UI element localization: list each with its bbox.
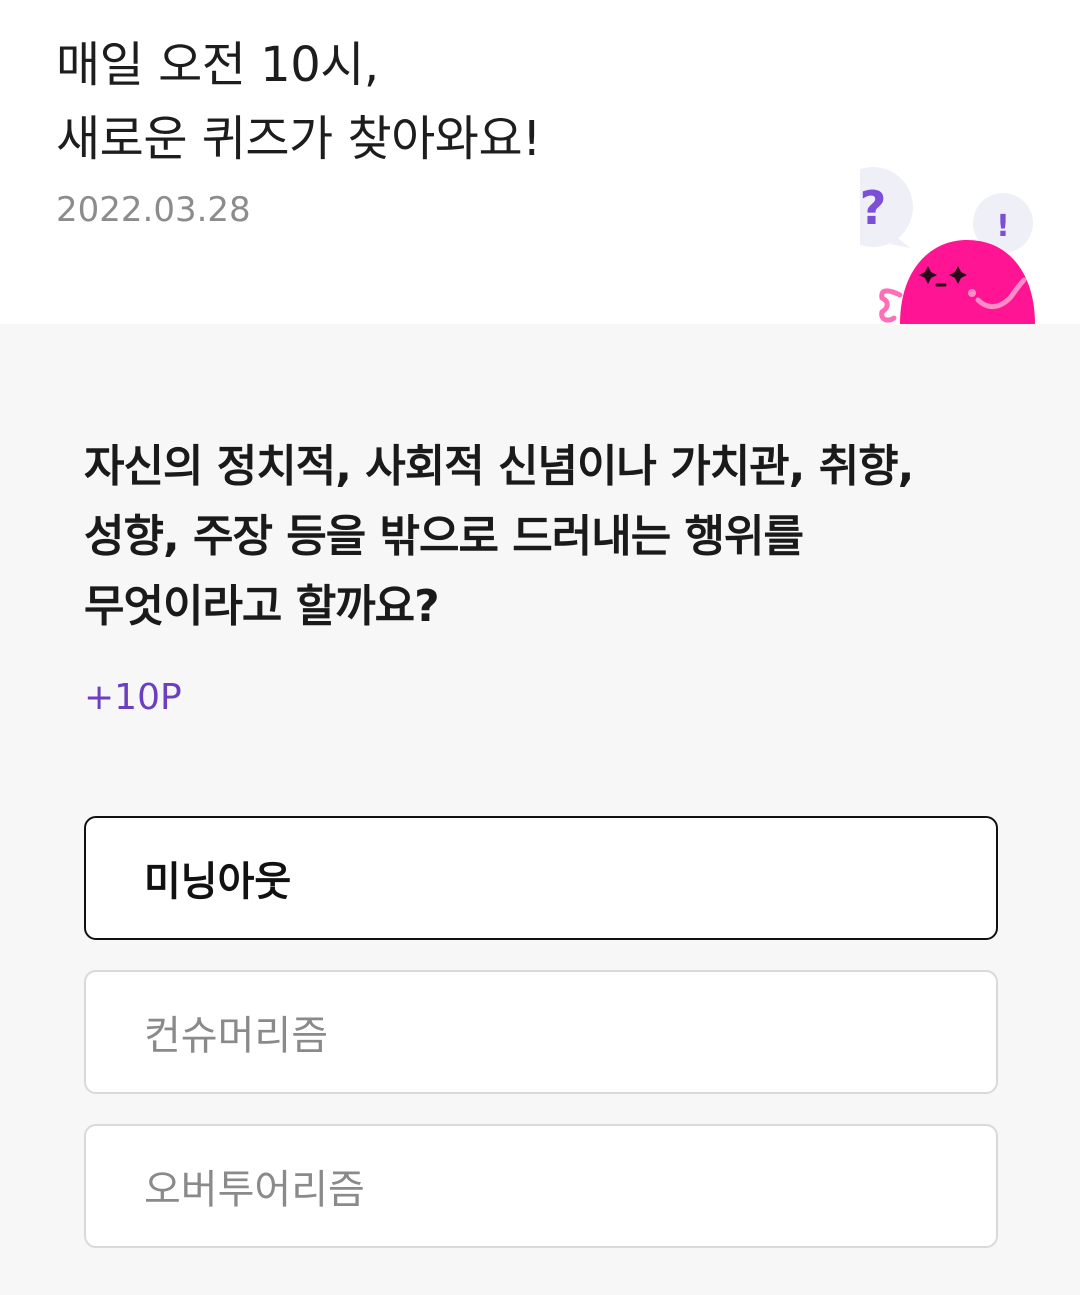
quiz-section: 자신의 정치적, 사회적 신념이나 가치관, 취향, 성향, 주장 등을 밖으로… bbox=[0, 324, 1080, 1295]
quiz-page: 매일 오전 10시, 새로운 퀴즈가 찾아와요! 2022.03.28 ? ! bbox=[0, 0, 1080, 1295]
answer-options: 미닝아웃 컨슈머리즘 오버투어리즘 bbox=[84, 816, 998, 1278]
headline-line-2: 새로운 퀴즈가 찾아와요! bbox=[56, 111, 541, 167]
headline-line-1: 매일 오전 10시, bbox=[56, 37, 379, 93]
quiz-date: 2022.03.28 bbox=[56, 190, 251, 230]
mascot-character-icon bbox=[879, 240, 1035, 324]
answer-option-label: 컨슈머리즘 bbox=[144, 1013, 328, 1059]
quiz-question: 자신의 정치적, 사회적 신념이나 가치관, 취향, 성향, 주장 등을 밖으로… bbox=[84, 441, 914, 632]
answer-option-1[interactable]: 미닝아웃 bbox=[84, 816, 998, 940]
question-bubble-icon: ? bbox=[860, 167, 913, 248]
svg-text:!: ! bbox=[996, 209, 1010, 244]
header: 매일 오전 10시, 새로운 퀴즈가 찾아와요! 2022.03.28 ? ! bbox=[0, 0, 1080, 324]
mascot-illustration: ? ! bbox=[860, 167, 1035, 324]
answer-option-label: 오버투어리즘 bbox=[144, 1167, 365, 1213]
headline: 매일 오전 10시, 새로운 퀴즈가 찾아와요! bbox=[56, 28, 541, 176]
answer-option-2[interactable]: 컨슈머리즘 bbox=[84, 970, 998, 1094]
answer-option-label: 미닝아웃 bbox=[144, 859, 292, 905]
answer-option-3[interactable]: 오버투어리즘 bbox=[84, 1124, 998, 1248]
points-reward: +10P bbox=[84, 677, 182, 718]
svg-text:?: ? bbox=[860, 181, 886, 235]
